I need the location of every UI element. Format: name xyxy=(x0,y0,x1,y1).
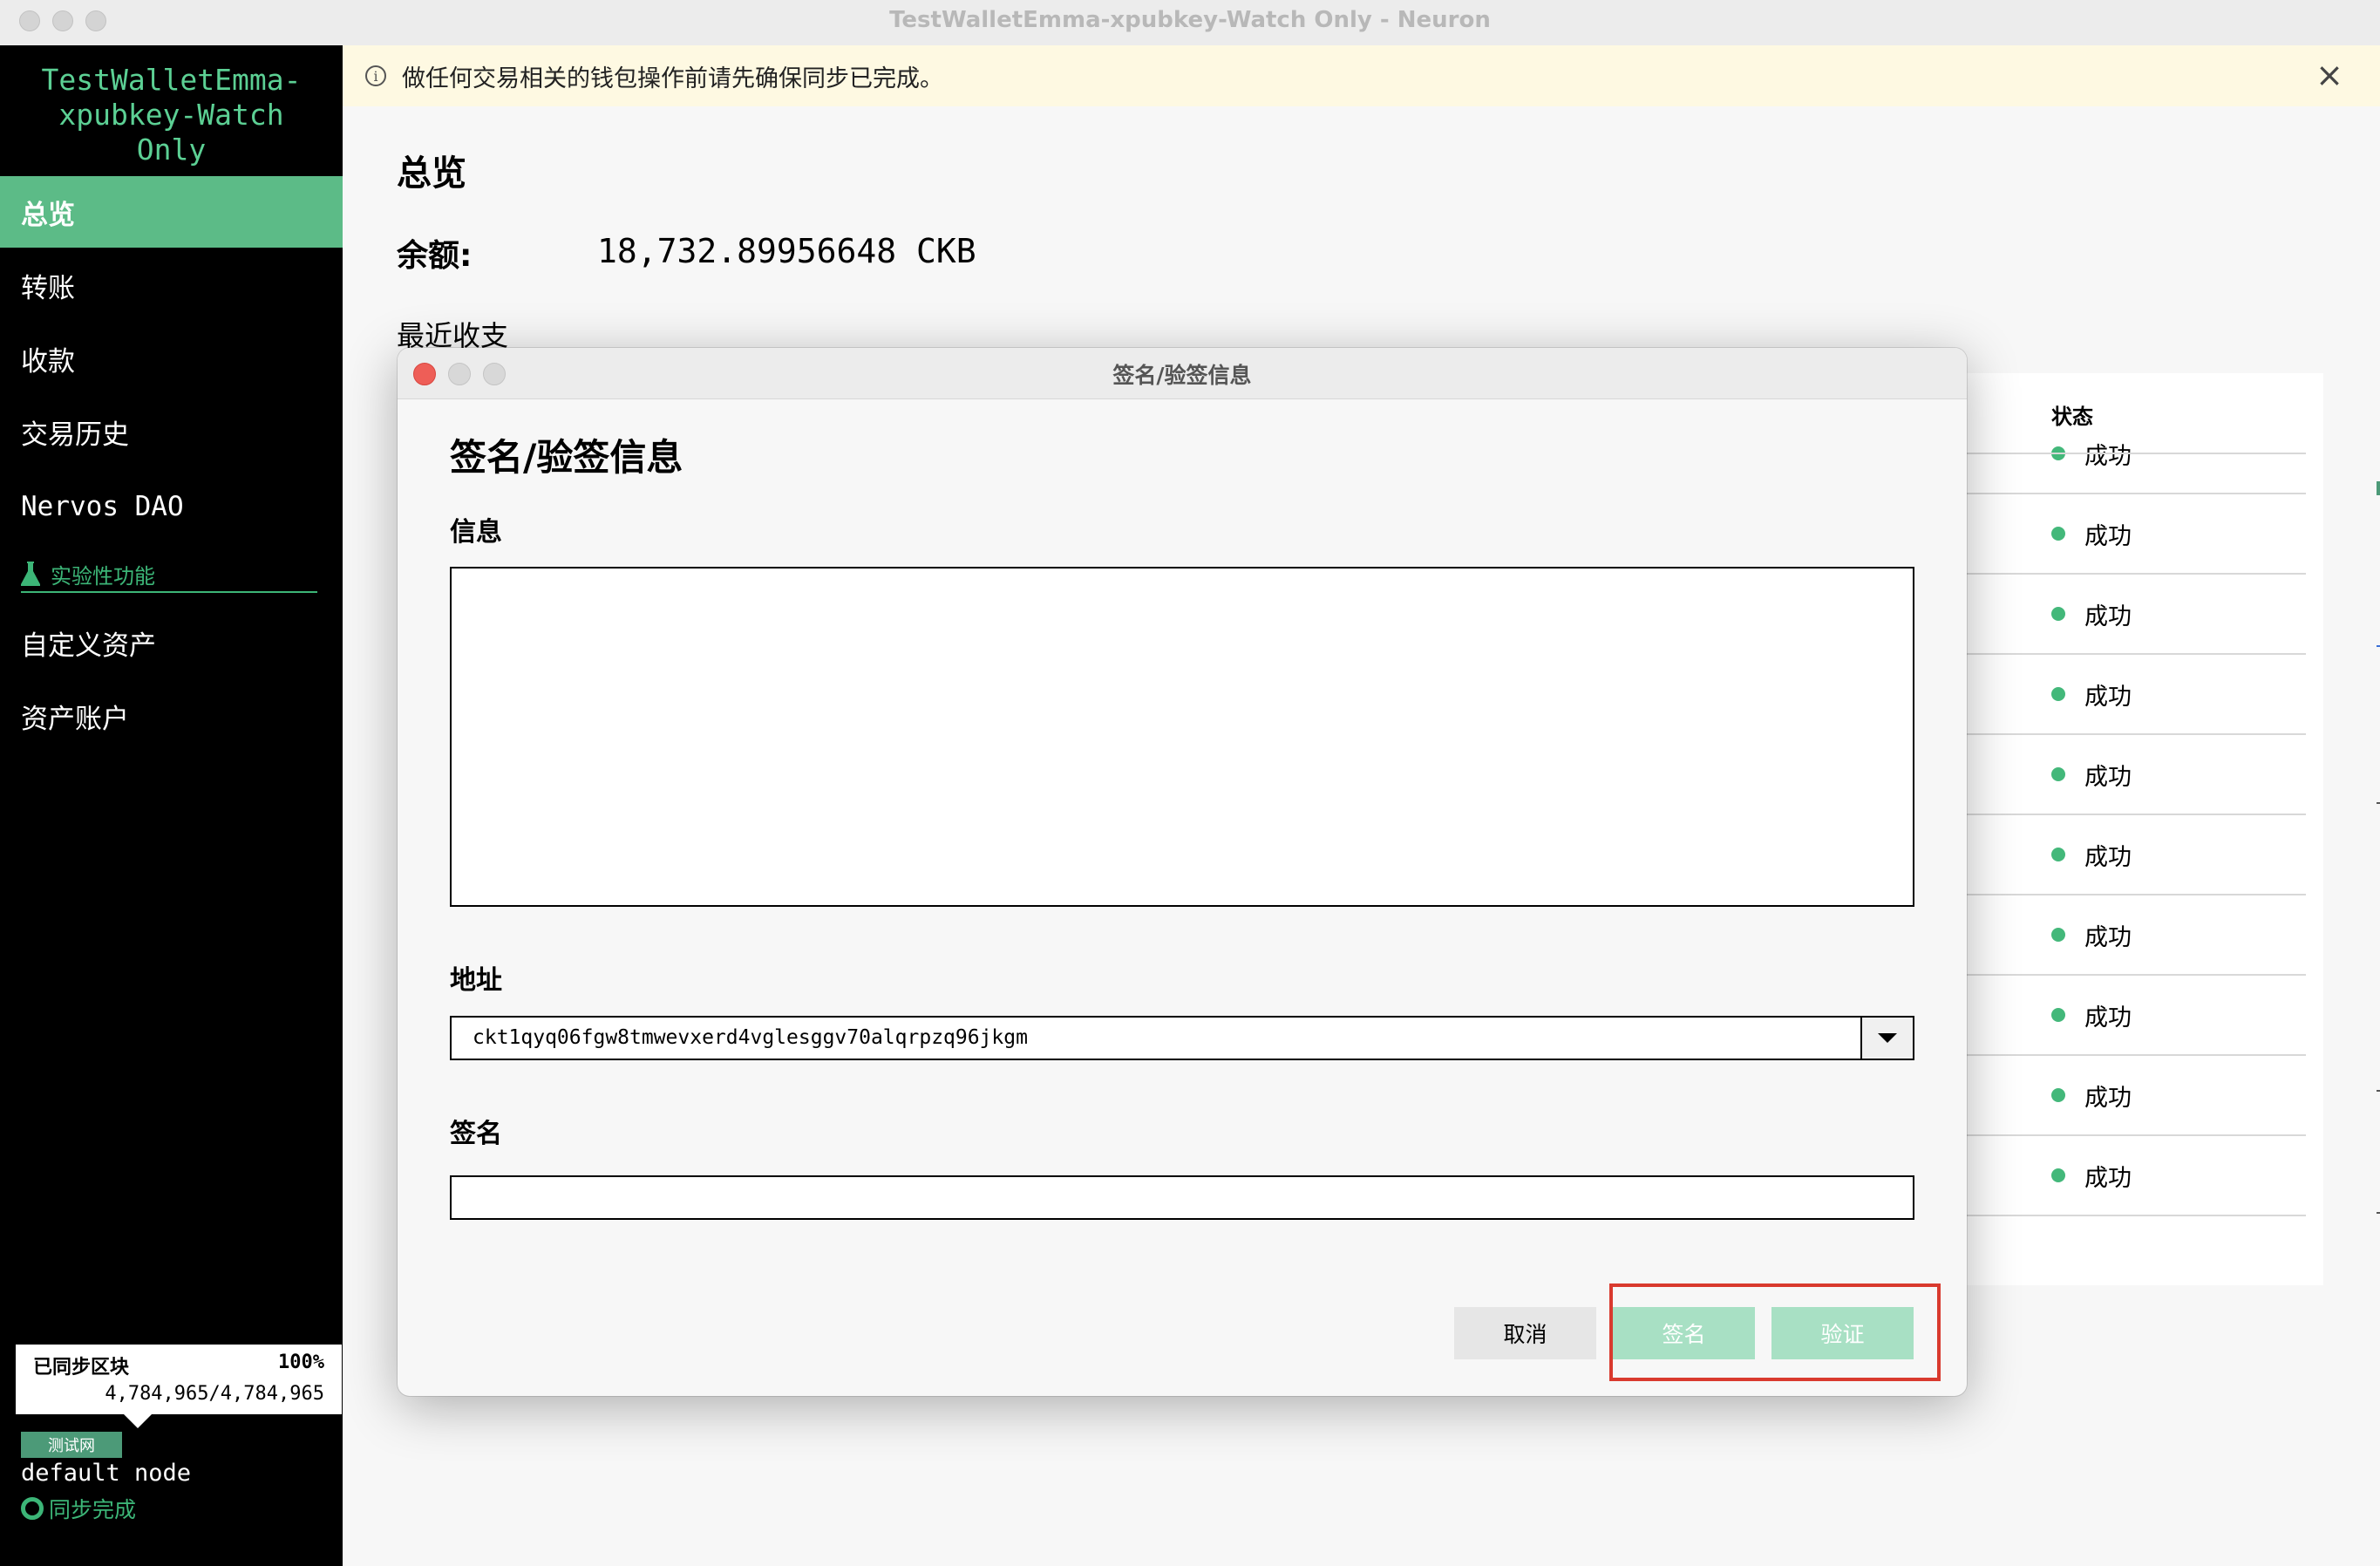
status-dot-icon xyxy=(2051,1088,2065,1102)
status-dot-icon xyxy=(2051,1168,2065,1182)
sync-status[interactable]: 同步完成 xyxy=(21,1493,136,1524)
sidebar-item-label: Nervos DAO xyxy=(21,491,184,522)
status-text: 成功 xyxy=(2084,1084,2132,1112)
cancel-button[interactable]: 取消 xyxy=(1454,1307,1596,1359)
status-text: 成功 xyxy=(2084,683,2132,711)
network-badge: 测试网 xyxy=(21,1432,122,1458)
page-title: 总览 xyxy=(397,153,466,194)
status-dot-icon xyxy=(2051,848,2065,861)
edge-mark xyxy=(2377,1212,2380,1214)
sync-label: 已同步区块 xyxy=(33,1357,130,1379)
sidebar-item-nervos-dao[interactable]: Nervos DAO xyxy=(0,471,343,542)
status-dot-icon xyxy=(2051,607,2065,621)
sidebar-item-label: 转账 xyxy=(21,272,75,304)
window-titlebar: TestWalletEmma-xpubkey-Watch Only - Neur… xyxy=(0,0,2380,46)
sync-progress-tooltip: 已同步区块 100% 4,784,965/4,784,965 xyxy=(16,1345,342,1414)
scroll-edge-marks xyxy=(2377,481,2380,1214)
node-name[interactable]: default node xyxy=(21,1460,191,1487)
wallet-name[interactable]: TestWalletEmma-xpubkey-Watch Only xyxy=(0,63,343,167)
address-label: 地址 xyxy=(450,965,502,996)
experimental-section[interactable]: 实验性功能 xyxy=(21,556,317,593)
dialog-heading: 签名/验签信息 xyxy=(450,436,683,479)
message-input[interactable] xyxy=(450,567,1914,907)
signature-label: 签名 xyxy=(450,1119,502,1149)
experimental-label: 实验性功能 xyxy=(51,563,155,589)
sync-blocks: 4,784,965/4,784,965 xyxy=(105,1383,324,1405)
banner-text: 做任何交易相关的钱包操作前请先确保同步已完成。 xyxy=(402,65,943,92)
flask-icon xyxy=(21,562,40,586)
tooltip-pointer xyxy=(122,1413,153,1428)
sidebar-item-asset-accounts[interactable]: 资产账户 xyxy=(0,680,343,752)
table-header-divider xyxy=(1918,453,2306,454)
table-row[interactable]: 成功 xyxy=(1918,976,2306,1056)
sidebar-item-label: 总览 xyxy=(21,199,75,231)
edge-mark xyxy=(2377,802,2380,804)
signature-input[interactable] xyxy=(450,1175,1914,1220)
address-select[interactable]: ckt1qyq06fgw8tmwevxerd4vglesggv70alqrpzq… xyxy=(450,1016,1914,1060)
info-icon: i xyxy=(365,65,386,86)
table-row[interactable]: 成功 xyxy=(1918,1056,2306,1136)
table-row[interactable]: 成功 xyxy=(1918,815,2306,895)
sidebar: TestWalletEmma-xpubkey-Watch Only 总览 转账 收… xyxy=(0,45,343,1566)
dialog-titlebar: 签名/验签信息 xyxy=(398,348,1967,399)
table-row[interactable]: 成功 xyxy=(1918,1136,2306,1216)
address-value: ckt1qyq06fgw8tmwevxerd4vglesggv70alqrpzq… xyxy=(473,1026,1028,1049)
table-row[interactable]: 成功 xyxy=(1918,735,2306,815)
status-dot-icon xyxy=(2051,1008,2065,1022)
status-text: 成功 xyxy=(2084,923,2132,951)
table-row[interactable]: 成功 xyxy=(1918,895,2306,976)
sidebar-item-label: 收款 xyxy=(21,345,75,378)
sidebar-item-label: 交易历史 xyxy=(21,419,129,451)
sync-warning-banner: i 做任何交易相关的钱包操作前请先确保同步已完成。 × xyxy=(343,45,2380,106)
sync-complete-icon xyxy=(21,1497,44,1520)
table-row[interactable]: 成功 xyxy=(1918,655,2306,735)
table-row[interactable]: 成功 xyxy=(1918,575,2306,655)
sign-verify-dialog: 签名/验签信息 签名/验签信息 信息 地址 ckt1qyq06fgw8tmwev… xyxy=(398,348,1967,1396)
sidebar-item-send[interactable]: 转账 xyxy=(0,249,343,321)
table-row[interactable]: 成功 xyxy=(1918,414,2306,494)
edge-mark xyxy=(2377,481,2380,495)
edge-mark xyxy=(2377,645,2380,647)
sidebar-item-label: 资产账户 xyxy=(21,703,129,735)
status-text: 成功 xyxy=(2084,843,2132,871)
window-title: TestWalletEmma-xpubkey-Watch Only - Neur… xyxy=(889,7,1491,33)
close-icon[interactable]: × xyxy=(2315,58,2343,92)
status-dot-icon xyxy=(2051,687,2065,701)
sidebar-item-overview[interactable]: 总览 xyxy=(0,176,343,248)
message-label: 信息 xyxy=(450,517,502,548)
sync-percent: 100% xyxy=(278,1352,324,1373)
annotation-highlight-box xyxy=(1609,1283,1941,1381)
sidebar-item-custom-assets[interactable]: 自定义资产 xyxy=(0,607,343,678)
chevron-down-icon[interactable] xyxy=(1860,1018,1913,1059)
status-dot-icon xyxy=(2051,928,2065,942)
sidebar-item-history[interactable]: 交易历史 xyxy=(0,396,343,467)
balance-value: 18,732.89956648 CKB xyxy=(597,232,976,270)
sidebar-item-label: 自定义资产 xyxy=(21,630,156,662)
sync-status-text: 同步完成 xyxy=(49,1497,137,1522)
status-text: 成功 xyxy=(2084,1164,2132,1192)
status-text: 成功 xyxy=(2084,522,2132,550)
status-text: 成功 xyxy=(2084,763,2132,791)
status-text: 成功 xyxy=(2084,1004,2132,1032)
status-dot-icon xyxy=(2051,527,2065,541)
status-dot-icon xyxy=(2051,767,2065,781)
sidebar-item-receive[interactable]: 收款 xyxy=(0,323,343,394)
edge-mark xyxy=(2377,1090,2380,1092)
balance-label: 余额: xyxy=(397,238,473,274)
table-row[interactable]: 成功 xyxy=(1918,494,2306,575)
status-text: 成功 xyxy=(2084,603,2132,630)
dialog-window-title: 签名/验签信息 xyxy=(1112,363,1252,388)
